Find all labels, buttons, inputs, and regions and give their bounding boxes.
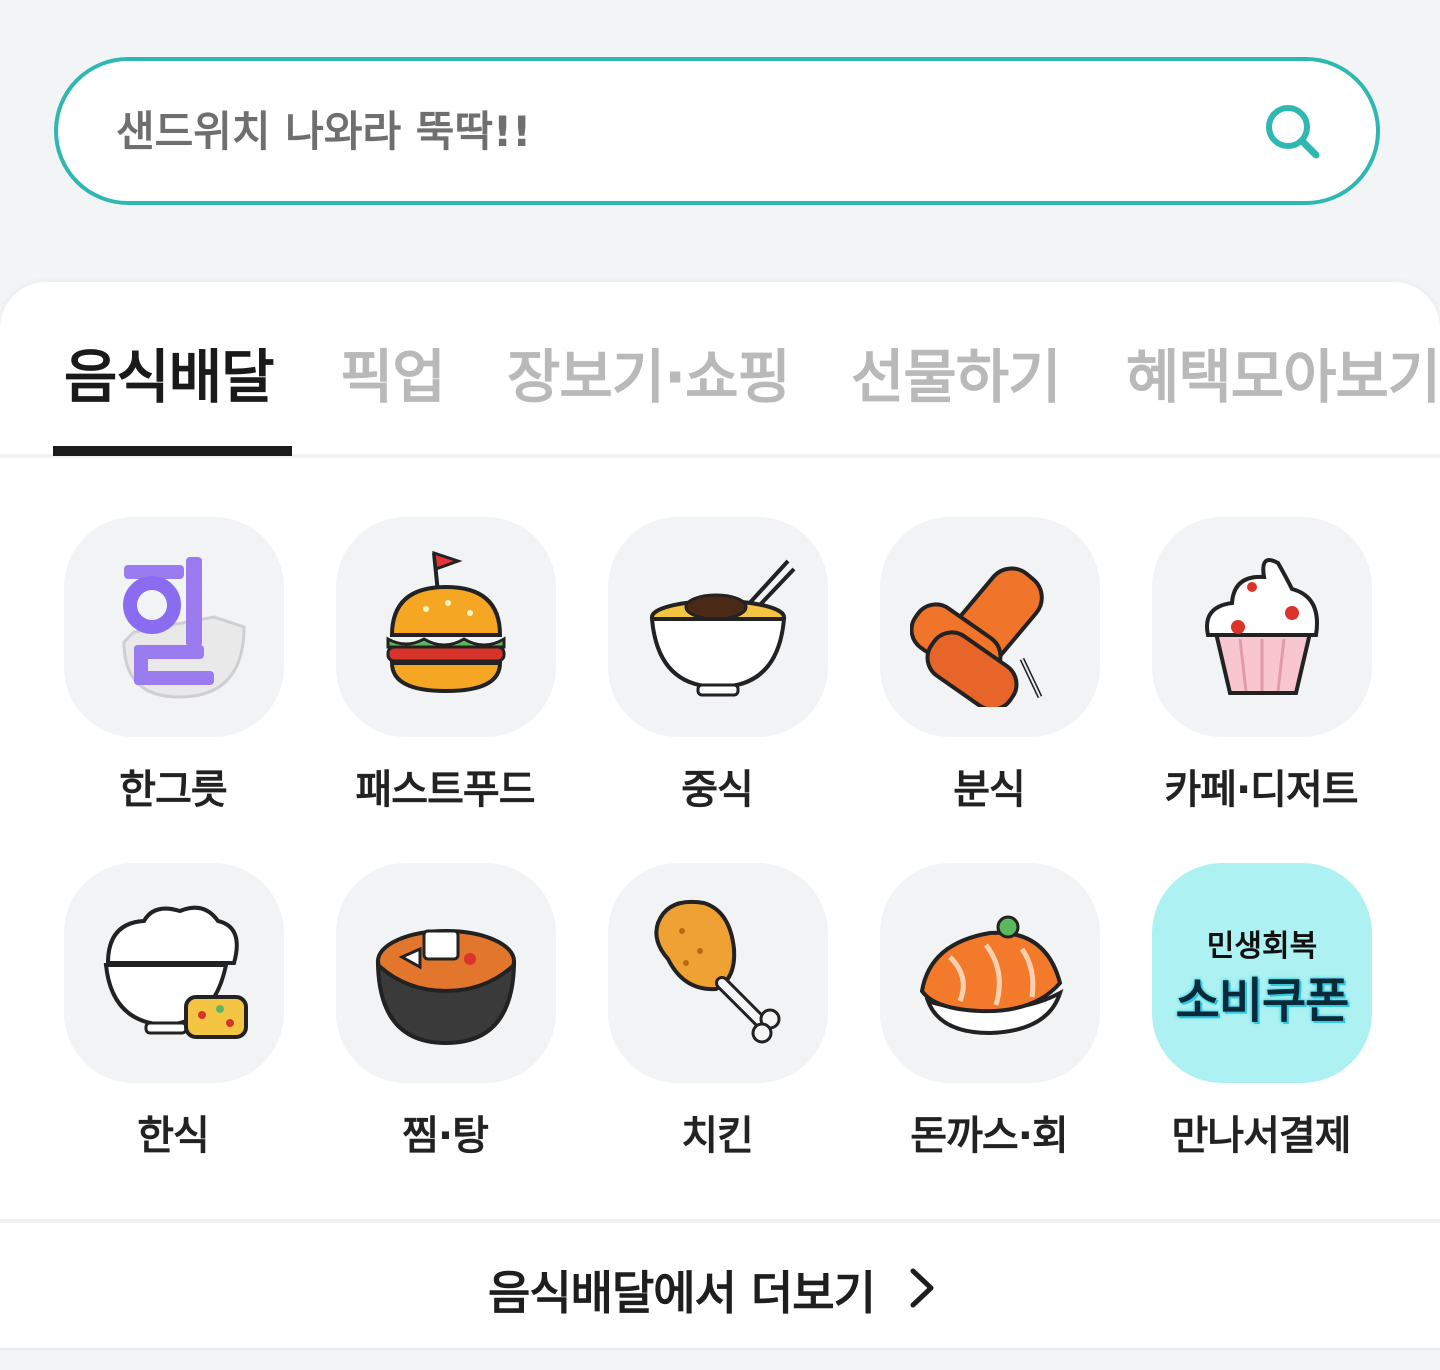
category-tile	[1152, 517, 1372, 737]
active-tab-indicator	[53, 446, 292, 456]
category-label: 만나서결제	[1171, 1113, 1352, 1159]
coupon-banner: 민생회복 소비쿠폰	[1152, 863, 1372, 1083]
tab-food-delivery[interactable]: 음식배달	[64, 330, 274, 414]
category-label: 찜·탕	[402, 1113, 489, 1159]
category-tile	[880, 863, 1100, 1083]
search-input[interactable]	[116, 61, 1216, 201]
category-bunsik[interactable]: 분식	[869, 517, 1109, 817]
tab-gift[interactable]: 선물하기	[851, 330, 1061, 414]
category-pay-in-person[interactable]: 민생회복 소비쿠폰 만나서결제	[1141, 863, 1381, 1163]
more-food-delivery-link[interactable]: 음식배달에서 더보기	[0, 1223, 1440, 1348]
coupon-banner-line2: 소비쿠폰	[1175, 973, 1350, 1029]
chevron-right-icon	[910, 1268, 934, 1308]
cupcake-icon	[1205, 558, 1319, 695]
category-chicken[interactable]: 치킨	[597, 863, 837, 1163]
category-tile	[336, 863, 556, 1083]
category-label: 중식	[681, 767, 754, 813]
tab-pickup[interactable]: 픽업	[340, 330, 446, 414]
tab-bar: 음식배달 픽업 장보기·쇼핑 선물하기 혜택모아보기	[0, 282, 1440, 458]
category-fastfood[interactable]: 패스트푸드	[325, 517, 565, 817]
category-korean[interactable]: 한식	[53, 863, 293, 1163]
tab-grocery-shopping[interactable]: 장보기·쇼핑	[507, 330, 791, 414]
category-donkatsu-sashimi[interactable]: 돈까스·회	[869, 863, 1109, 1163]
category-hangeureut[interactable]: 한그릇	[53, 517, 293, 817]
category-chinese[interactable]: 중식	[597, 517, 837, 817]
coupon-banner-line1: 민생회복	[1206, 929, 1318, 964]
category-jjim-tang[interactable]: 찜·탕	[325, 863, 565, 1163]
category-label: 돈까스·회	[910, 1113, 1068, 1159]
category-cafe-dessert[interactable]: 카페·디저트	[1141, 517, 1381, 817]
more-label: 음식배달에서 더보기	[488, 1266, 876, 1320]
stew-pot-icon	[375, 929, 517, 1046]
fish-cake-icon	[910, 566, 1044, 707]
category-label: 치킨	[681, 1113, 754, 1159]
category-sheet: 음식배달 픽업 장보기·쇼핑 선물하기 혜택모아보기 한그릇 패스트푸드 중식 …	[0, 282, 1440, 1370]
category-label: 패스트푸드	[355, 767, 536, 813]
category-tile	[608, 517, 828, 737]
category-tile	[608, 863, 828, 1083]
category-tile	[880, 517, 1100, 737]
category-label: 분식	[953, 767, 1026, 813]
category-label: 한식	[137, 1113, 210, 1159]
bottom-separator	[0, 1348, 1440, 1370]
sushi-icon	[919, 915, 1064, 1036]
burger-icon	[386, 550, 506, 694]
search-icon[interactable]	[1262, 101, 1324, 163]
noodle-bowl-icon	[649, 559, 796, 697]
category-tile	[64, 517, 284, 737]
category-label: 한그릇	[119, 767, 227, 813]
category-tile	[64, 863, 284, 1083]
category-label: 카페·디저트	[1164, 767, 1358, 813]
hangeureut-icon	[122, 557, 246, 699]
tab-benefits[interactable]: 혜택모아보기	[1126, 330, 1440, 414]
search-bar	[54, 57, 1380, 205]
category-tile	[336, 517, 556, 737]
rice-bowl-icon	[103, 905, 248, 1039]
chicken-leg-icon	[654, 900, 781, 1044]
